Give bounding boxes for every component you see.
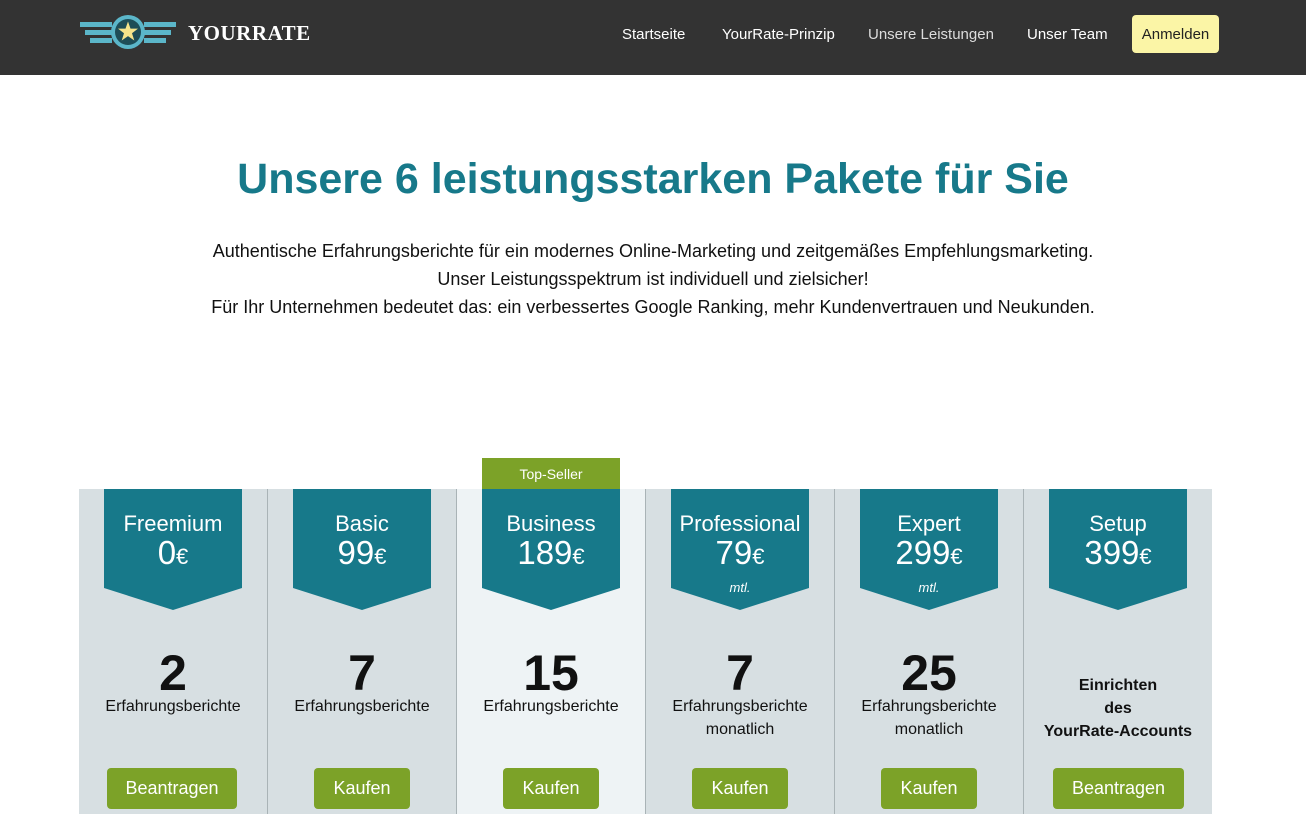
intro-line: Authentische Erfahrungsberichte für ein … bbox=[212, 241, 1094, 261]
top-seller-badge: Top-Seller bbox=[482, 458, 620, 489]
kaufen-button[interactable]: Kaufen bbox=[881, 768, 977, 809]
beantragen-button[interactable]: Beantragen bbox=[107, 768, 237, 809]
pricing-table: Freemium 0€ 2 Erfahrungsberichte Beantra… bbox=[79, 489, 1212, 814]
plan-card-basic: Basic 99€ 7 Erfahrungsberichte Kaufen bbox=[268, 489, 457, 814]
beantragen-button[interactable]: Beantragen bbox=[1053, 768, 1184, 809]
plan-price: 0€ bbox=[157, 534, 189, 571]
review-count: 15 bbox=[523, 645, 579, 701]
plan-price: 189€ bbox=[517, 534, 585, 571]
plan-card-expert: Expert 299€ mtl. 25 Erfahrungsberichte m… bbox=[835, 489, 1024, 814]
billing-note: mtl. bbox=[918, 580, 940, 595]
review-unit: Erfahrungsberichte bbox=[861, 698, 997, 715]
price-ribbon: Setup 399€ bbox=[1049, 489, 1187, 610]
price-ribbon: Basic 99€ bbox=[293, 489, 431, 610]
kaufen-button[interactable]: Kaufen bbox=[692, 768, 788, 809]
kaufen-button[interactable]: Kaufen bbox=[314, 768, 410, 809]
setup-description: Einrichten des YourRate-Accounts bbox=[1024, 674, 1212, 743]
review-count: 7 bbox=[348, 645, 376, 701]
review-frequency: monatlich bbox=[705, 721, 775, 738]
page-title: Unsere 6 leistungsstarken Pakete für Sie bbox=[237, 155, 1069, 203]
plan-card-freemium: Freemium 0€ 2 Erfahrungsberichte Beantra… bbox=[79, 489, 268, 814]
plan-price: 79€ bbox=[715, 534, 765, 571]
billing-note: mtl. bbox=[729, 580, 751, 595]
navbar: YOURRATE Startseite YourRate-Prinzip Uns… bbox=[0, 0, 1306, 75]
nav-startseite[interactable]: Startseite bbox=[622, 26, 685, 43]
review-unit: Erfahrungsberichte bbox=[672, 698, 808, 715]
price-ribbon: Professional 79€ mtl. bbox=[671, 489, 809, 610]
plan-card-setup: Setup 399€ Einrichten des YourRate-Accou… bbox=[1024, 489, 1212, 814]
price-ribbon: Freemium 0€ bbox=[104, 489, 242, 610]
plan-price: 99€ bbox=[337, 534, 387, 571]
price-ribbon: Expert 299€ mtl. bbox=[860, 489, 998, 610]
review-unit: Erfahrungsberichte bbox=[294, 698, 430, 715]
kaufen-button[interactable]: Kaufen bbox=[503, 768, 599, 809]
review-count: 2 bbox=[159, 645, 187, 701]
brand-logo[interactable]: YOURRATE bbox=[80, 13, 311, 53]
review-unit: Erfahrungsberichte bbox=[483, 698, 619, 715]
nav-unser-team[interactable]: Unser Team bbox=[1027, 26, 1108, 43]
plan-card-business: Business 189€ 15 Erfahrungsberichte Kauf… bbox=[457, 489, 646, 814]
brand-name: YOURRATE bbox=[188, 20, 311, 45]
setup-line: YourRate-Accounts bbox=[1043, 723, 1193, 740]
plan-price: 299€ bbox=[895, 534, 963, 571]
login-button[interactable]: Anmelden bbox=[1132, 15, 1219, 53]
nav-yourrate-prinzip[interactable]: YourRate-Prinzip bbox=[722, 26, 835, 43]
star-wings-logo-icon bbox=[80, 15, 176, 49]
plan-card-professional: Professional 79€ mtl. 7 Erfahrungsberich… bbox=[646, 489, 835, 814]
setup-line: des bbox=[1104, 700, 1132, 717]
setup-line: Einrichten bbox=[1078, 677, 1158, 694]
nav-unsere-leistungen[interactable]: Unsere Leistungen bbox=[868, 26, 994, 43]
price-ribbon: Business 189€ bbox=[482, 489, 620, 610]
intro-text: Authentische Erfahrungsberichte für ein … bbox=[0, 237, 1306, 321]
intro-line: Unser Leistungsspektrum ist individuell … bbox=[437, 269, 869, 289]
intro-line: Für Ihr Unternehmen bedeutet das: ein ve… bbox=[211, 297, 1095, 317]
review-count: 25 bbox=[901, 645, 957, 701]
review-unit: Erfahrungsberichte bbox=[105, 698, 241, 715]
review-count: 7 bbox=[726, 645, 754, 701]
plan-price: 399€ bbox=[1084, 534, 1152, 571]
review-frequency: monatlich bbox=[894, 721, 964, 738]
